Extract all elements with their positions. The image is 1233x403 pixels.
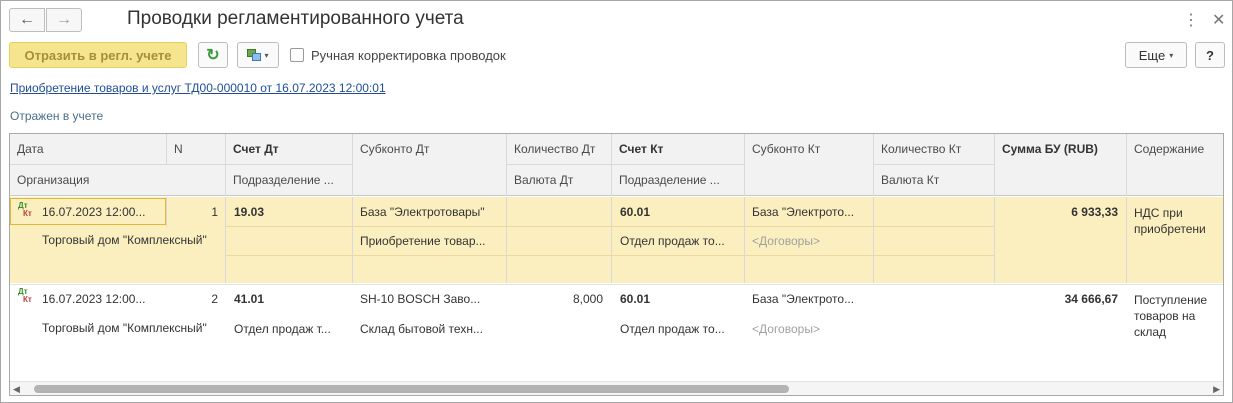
chevron-down-icon: ▾ [264, 50, 269, 60]
cell-account-kt[interactable]: 60.01 [620, 292, 740, 306]
status-text: Отражен в учете [10, 109, 104, 123]
col-currency-dt[interactable]: Валюта Дт [507, 165, 611, 187]
cell-sum[interactable]: 6 933,33 [998, 205, 1118, 219]
col-qty-kt[interactable]: Количество Кт [874, 134, 994, 156]
document-structure-button[interactable]: ▾ [237, 42, 279, 68]
col-content[interactable]: Содержание [1127, 134, 1223, 156]
manual-correction-label[interactable]: Ручная корректировка проводок [311, 48, 506, 63]
col-account-dt[interactable]: Счет Дт [226, 134, 352, 156]
more-vertical-icon[interactable]: ⋮ [1183, 10, 1199, 30]
horizontal-scrollbar[interactable]: ◀ ▶ [10, 381, 1223, 395]
cell-subconto-dt-2[interactable]: Склад бытовой техн... [360, 322, 504, 336]
help-button[interactable]: ? [1195, 42, 1225, 68]
cell-subconto-kt-2[interactable]: <Договоры> [752, 322, 872, 336]
col-qty-dt[interactable]: Количество Дт [507, 134, 611, 156]
page-title: Проводки регламентированного учета [127, 8, 464, 29]
structure-icon [247, 49, 262, 61]
cell-subconto-dt-1[interactable]: SH-10 BOSCH Заво... [360, 292, 504, 306]
col-date[interactable]: Дата [10, 134, 166, 156]
back-button[interactable]: ← [9, 8, 45, 32]
entries-table: Дата N Счет Дт Субконто Дт Количество Дт… [9, 133, 1224, 396]
col-subconto-dt[interactable]: Субконто Дт [353, 134, 506, 156]
cell-content[interactable]: НДС при приобретени [1134, 205, 1223, 239]
cell-sum[interactable]: 34 666,67 [998, 292, 1118, 306]
arrow-right-icon: → [56, 11, 72, 28]
col-subconto-kt[interactable]: Субконто Кт [745, 134, 873, 156]
col-currency-kt[interactable]: Валюта Кт [874, 165, 994, 187]
cell-division-kt[interactable]: Отдел продаж то... [620, 234, 742, 248]
scroll-left-icon[interactable]: ◀ [13, 384, 20, 395]
cell-n[interactable]: 1 [170, 205, 218, 219]
cell-qty-dt[interactable]: 8,000 [510, 292, 603, 306]
chevron-down-icon: ▾ [1169, 50, 1174, 60]
close-icon[interactable]: ✕ [1212, 10, 1225, 30]
cell-subconto-kt-1[interactable]: База "Электрото... [752, 292, 872, 306]
cell-subconto-kt-1[interactable]: База "Электрото... [752, 205, 872, 219]
cell-date[interactable]: 16.07.2023 12:00... [42, 205, 164, 219]
document-link[interactable]: Приобретение товаров и услуг ТД00-000010… [10, 81, 386, 95]
document-window: ← → Проводки регламентированного учета ⋮… [0, 0, 1233, 403]
table-header: Дата N Счет Дт Субконто Дт Количество Дт… [10, 134, 1223, 196]
scroll-thumb[interactable] [34, 385, 789, 393]
more-button[interactable]: Еще ▾ [1125, 42, 1187, 68]
forward-button[interactable]: → [46, 8, 82, 32]
col-account-kt[interactable]: Счет Кт [612, 134, 744, 156]
cell-date[interactable]: 16.07.2023 12:00... [42, 292, 164, 306]
more-button-label: Еще [1138, 47, 1166, 63]
dt-kt-entry-icon: Дт Кт [18, 287, 32, 304]
col-division-kt[interactable]: Подразделение ... [612, 165, 744, 187]
col-n[interactable]: N [167, 134, 225, 156]
arrow-left-icon: ← [19, 11, 35, 28]
cell-subconto-kt-2[interactable]: <Договоры> [752, 234, 872, 248]
cell-organization[interactable]: Торговый дом "Комплексный" [42, 320, 222, 336]
cell-subconto-dt-1[interactable]: База "Электротовары" [360, 205, 504, 219]
manual-correction-checkbox[interactable] [290, 48, 304, 62]
refresh-icon: ↻ [206, 47, 220, 64]
cell-division-kt[interactable]: Отдел продаж то... [620, 322, 742, 336]
reflect-in-accounting-button[interactable]: Отразить в регл. учете [9, 42, 187, 68]
refresh-button[interactable]: ↻ [198, 42, 228, 68]
col-division-dt[interactable]: Подразделение ... [226, 165, 352, 187]
cell-subconto-dt-2[interactable]: Приобретение товар... [360, 234, 504, 248]
cell-division-dt[interactable]: Отдел продаж т... [234, 322, 349, 336]
col-sum[interactable]: Сумма БУ (RUB) [995, 134, 1126, 156]
cell-account-dt[interactable]: 41.01 [234, 292, 349, 306]
cell-account-dt[interactable]: 19.03 [234, 205, 349, 219]
dt-kt-entry-icon: Дт Кт [18, 201, 32, 218]
col-organization[interactable]: Организация [10, 165, 225, 187]
cell-organization[interactable]: Торговый дом "Комплексный" [42, 232, 222, 248]
scroll-right-icon[interactable]: ▶ [1213, 384, 1220, 395]
cell-n[interactable]: 2 [170, 292, 218, 306]
cell-account-kt[interactable]: 60.01 [620, 205, 740, 219]
cell-content[interactable]: Поступление товаров на склад [1134, 292, 1223, 342]
